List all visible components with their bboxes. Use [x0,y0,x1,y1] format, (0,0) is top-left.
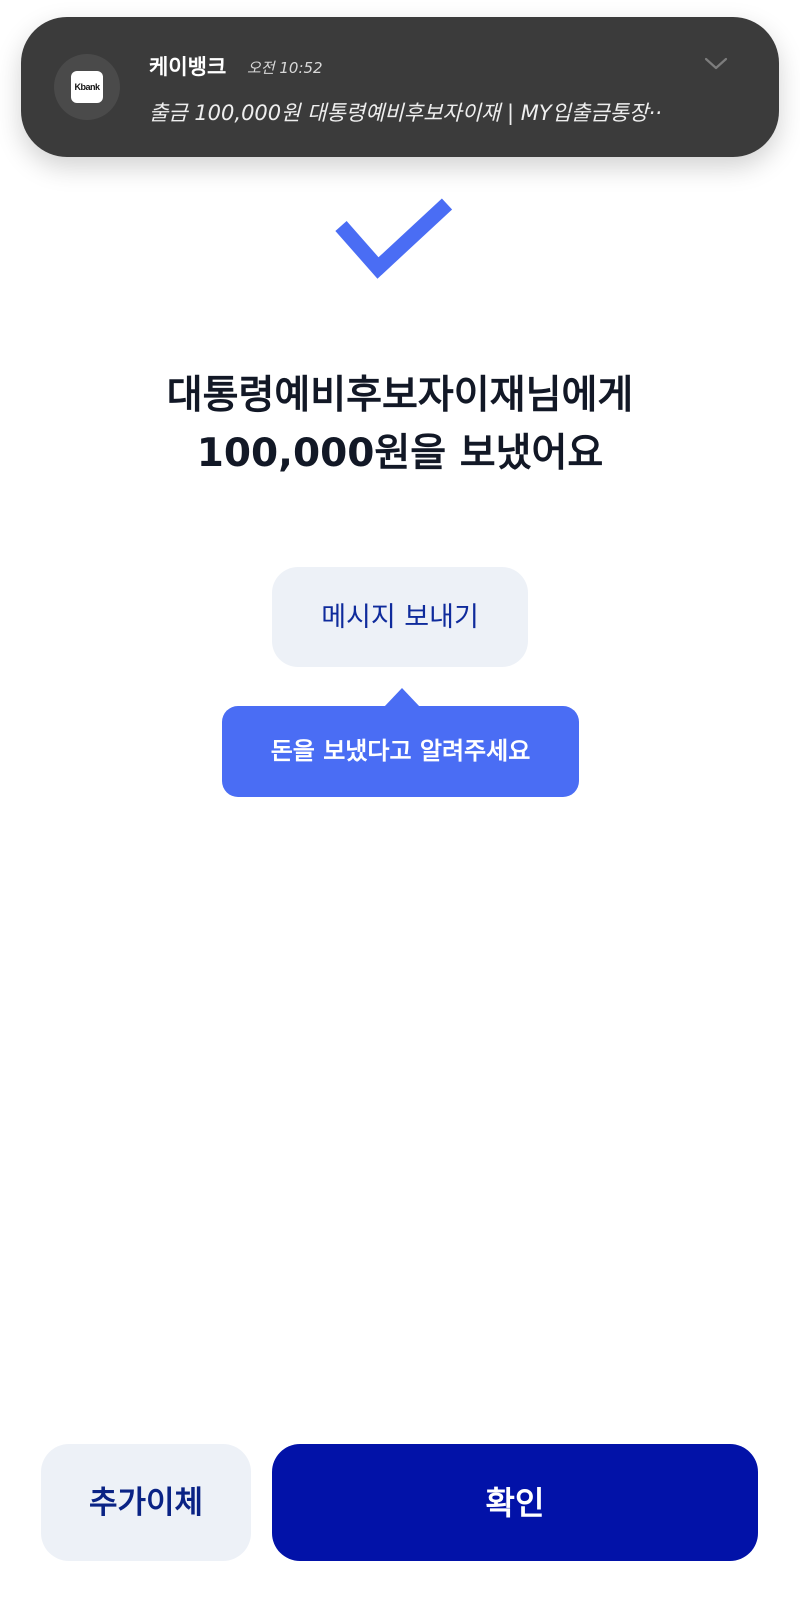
tooltip-arrow [384,688,420,707]
kbank-logo-icon: Kbank [71,71,103,103]
notification-body: 출금 100,000원 대통령예비후보자이재 | MY입출금통장·· [149,101,662,125]
additional-transfer-button[interactable]: 추가이체 [41,1444,251,1561]
send-message-tooltip: 돈을 보냈다고 알려주세요 [222,706,579,797]
page-title: 대통령예비후보자이재님에게 100,000원을 보냈어요 [0,367,800,483]
push-notification[interactable]: Kbank 케이뱅크 오전 10:52 출금 100,000원 대통령예비후보자… [21,17,779,157]
chevron-down-icon[interactable] [703,53,729,73]
notification-app-name: 케이뱅크 [149,55,227,79]
send-message-button[interactable]: 메시지 보내기 [272,567,528,667]
confirm-button[interactable]: 확인 [272,1444,758,1561]
app-icon: Kbank [54,54,120,120]
title-recipient-line: 대통령예비후보자이재님에게 [166,373,634,418]
transfer-complete-screen: Kbank 케이뱅크 오전 10:52 출금 100,000원 대통령예비후보자… [0,0,800,1610]
title-amount-line: 100,000원을 보냈어요 [196,431,604,476]
notification-time: 오전 10:52 [247,59,323,77]
check-icon [335,198,453,279]
